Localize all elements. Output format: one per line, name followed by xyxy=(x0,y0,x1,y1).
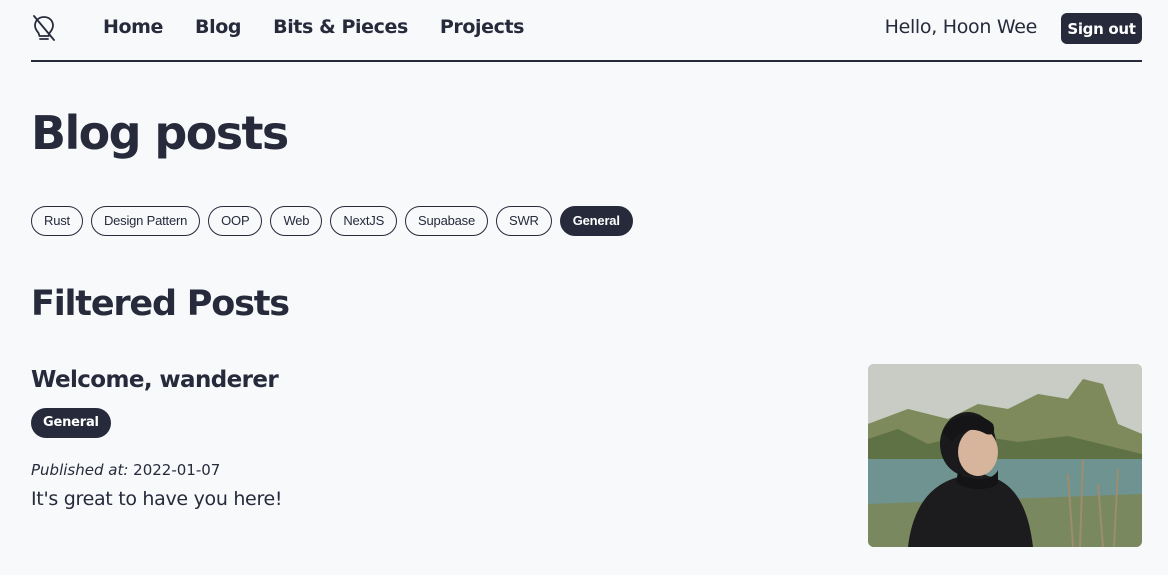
published-label: Published at: xyxy=(31,461,129,479)
post-excerpt: It's great to have you here! xyxy=(31,488,283,510)
nav-link-home[interactable]: Home xyxy=(103,16,163,38)
tag-filter-nextjs[interactable]: NextJS xyxy=(330,206,398,236)
tag-filter-swr[interactable]: SWR xyxy=(496,206,552,236)
tag-filter-list: Rust Design Pattern OOP Web NextJS Supab… xyxy=(31,206,633,236)
tag-filter-web[interactable]: Web xyxy=(270,206,323,236)
post-thumbnail-image[interactable] xyxy=(868,364,1142,547)
nav-link-bits-pieces[interactable]: Bits & Pieces xyxy=(273,16,408,38)
published-date-value: 2022-01-07 xyxy=(133,461,221,479)
nav-link-blog[interactable]: Blog xyxy=(195,16,241,38)
nav-links: Home Blog Bits & Pieces Projects xyxy=(103,16,524,38)
sign-out-button[interactable]: Sign out xyxy=(1061,13,1142,44)
tag-filter-general[interactable]: General xyxy=(559,206,633,236)
post-title-link[interactable]: Welcome, wanderer xyxy=(31,367,279,393)
tag-filter-design-pattern[interactable]: Design Pattern xyxy=(90,206,201,236)
tag-filter-rust[interactable]: Rust xyxy=(31,206,83,236)
section-title: Filtered Posts xyxy=(31,284,290,324)
nav-link-projects[interactable]: Projects xyxy=(440,16,525,38)
page-title: Blog posts xyxy=(31,106,289,160)
post-published-date: Published at: 2022-01-07 xyxy=(31,461,220,479)
tag-filter-oop[interactable]: OOP xyxy=(208,206,263,236)
tag-filter-supabase[interactable]: Supabase xyxy=(405,206,488,236)
top-navbar: Home Blog Bits & Pieces Projects Hello, … xyxy=(31,0,1142,62)
user-greeting: Hello, Hoon Wee xyxy=(884,16,1038,38)
post-tag-badge[interactable]: General xyxy=(31,408,111,438)
lightbulb-icon[interactable] xyxy=(31,14,57,42)
